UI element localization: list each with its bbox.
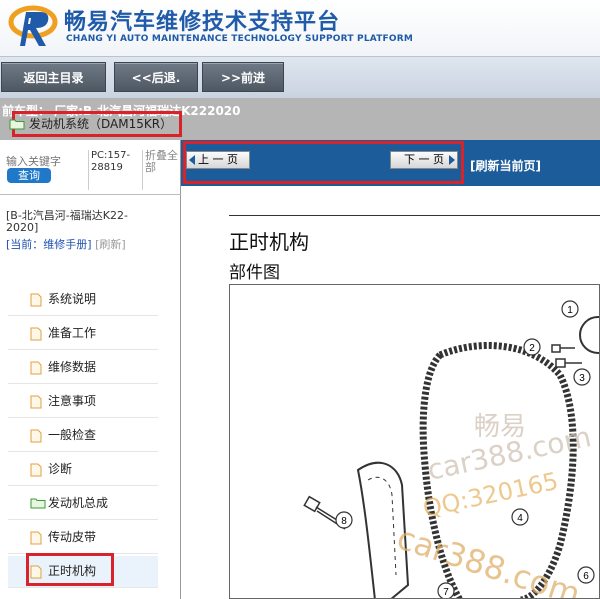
tree-item-label: 系统说明 xyxy=(48,292,97,306)
page-title: 正时机构 xyxy=(229,230,309,254)
divider xyxy=(0,194,181,195)
tree-item[interactable]: 注意事项 xyxy=(8,386,158,418)
timing-parts-drawing: 1 2 3 4 6 7 8 畅易 car388.com QQ:320165 ca… xyxy=(303,300,599,598)
folder-icon xyxy=(30,498,46,509)
callout-8: 8 xyxy=(335,511,353,529)
tree-item[interactable]: 发动机总成 xyxy=(8,488,158,520)
callout-7: 7 xyxy=(437,582,455,598)
tree-item-label: 传动皮带 xyxy=(48,530,97,544)
tree-item[interactable]: 诊断 xyxy=(8,454,158,486)
app-subtitle: CHANG YI AUTO MAINTENANCE TECHNOLOGY SUP… xyxy=(66,34,414,44)
home-button[interactable]: 返回主目录 xyxy=(1,62,106,92)
current-section-label: [当前：维修手册] xyxy=(6,238,92,251)
pc-label: PC:157-28819 xyxy=(88,150,138,190)
document-icon xyxy=(30,429,42,443)
tree-root-engine-system[interactable]: 发动机系统（DAM15KR） xyxy=(9,111,182,137)
document-icon xyxy=(30,293,42,307)
current-section: [当前：维修手册] [刷新] xyxy=(6,236,126,252)
selected-item-highlight xyxy=(26,553,114,586)
tree-item-label: 注意事项 xyxy=(48,394,97,408)
title-rule xyxy=(229,215,600,216)
page-root: 畅易汽车维修技术支持平台 CHANG YI AUTO MAINTENANCE T… xyxy=(0,0,600,599)
callout-1: 1 xyxy=(561,300,579,318)
document-icon xyxy=(30,395,42,409)
callout-2: 2 xyxy=(523,338,541,356)
pager-highlight xyxy=(183,141,464,184)
tree-item[interactable]: 准备工作 xyxy=(8,318,158,350)
vehicle-label: [B-北汽昌河-福瑞达K22-2020] xyxy=(6,209,128,234)
tree-root-label: 发动机系统（DAM15KR） xyxy=(29,117,173,131)
search-button[interactable]: 查询 xyxy=(7,168,51,183)
refresh-link[interactable]: [刷新] xyxy=(95,238,126,251)
svg-text:8: 8 xyxy=(341,516,347,527)
bolt-3 xyxy=(555,358,582,368)
document-icon xyxy=(30,463,42,477)
tree-item[interactable]: 系统说明 xyxy=(8,284,158,316)
logo-icon xyxy=(8,5,58,46)
app-title: 畅易汽车维修技术支持平台 xyxy=(64,10,341,35)
nav-bar: 返回主目录 <<后退. >>前进 xyxy=(0,56,600,98)
forward-button[interactable]: >>前进 xyxy=(202,62,284,92)
tree-item[interactable]: 一般检查 xyxy=(8,420,158,452)
folder-open-icon xyxy=(9,119,25,130)
tree-item-label: 发动机总成 xyxy=(48,496,109,510)
back-button[interactable]: <<后退. xyxy=(114,62,198,92)
header: 畅易汽车维修技术支持平台 CHANG YI AUTO MAINTENANCE T… xyxy=(0,0,600,56)
callout-4: 4 xyxy=(511,508,529,526)
svg-text:4: 4 xyxy=(517,513,523,524)
watermark: 畅易 car388.com QQ:320165 car388.com xyxy=(393,412,595,598)
tree-item-label: 诊断 xyxy=(48,462,73,476)
collapse-all-button[interactable]: 折叠全部 xyxy=(142,150,178,190)
document-icon xyxy=(30,327,42,341)
tree-item-label: 维修数据 xyxy=(48,360,97,374)
parts-diagram: 1 2 3 4 6 7 8 畅易 car388.com QQ:320165 ca… xyxy=(229,284,600,599)
bolt-2 xyxy=(551,344,575,353)
tree-item[interactable]: 传动皮带 xyxy=(8,522,158,554)
tree-item-label: 准备工作 xyxy=(48,326,97,340)
document-icon xyxy=(30,361,42,375)
document-icon xyxy=(30,531,42,545)
svg-text:3: 3 xyxy=(579,373,585,384)
tree-item-label: 一般检查 xyxy=(48,428,97,442)
tree-item[interactable]: 维修数据 xyxy=(8,352,158,384)
refresh-current-page-button[interactable]: [刷新当前页] xyxy=(470,157,541,174)
sprocket xyxy=(579,316,599,354)
svg-text:1: 1 xyxy=(567,305,573,316)
page-subtitle: 部件图 xyxy=(229,263,280,283)
svg-text:7: 7 xyxy=(443,587,449,598)
svg-text:2: 2 xyxy=(529,343,535,354)
callout-3: 3 xyxy=(573,368,591,386)
